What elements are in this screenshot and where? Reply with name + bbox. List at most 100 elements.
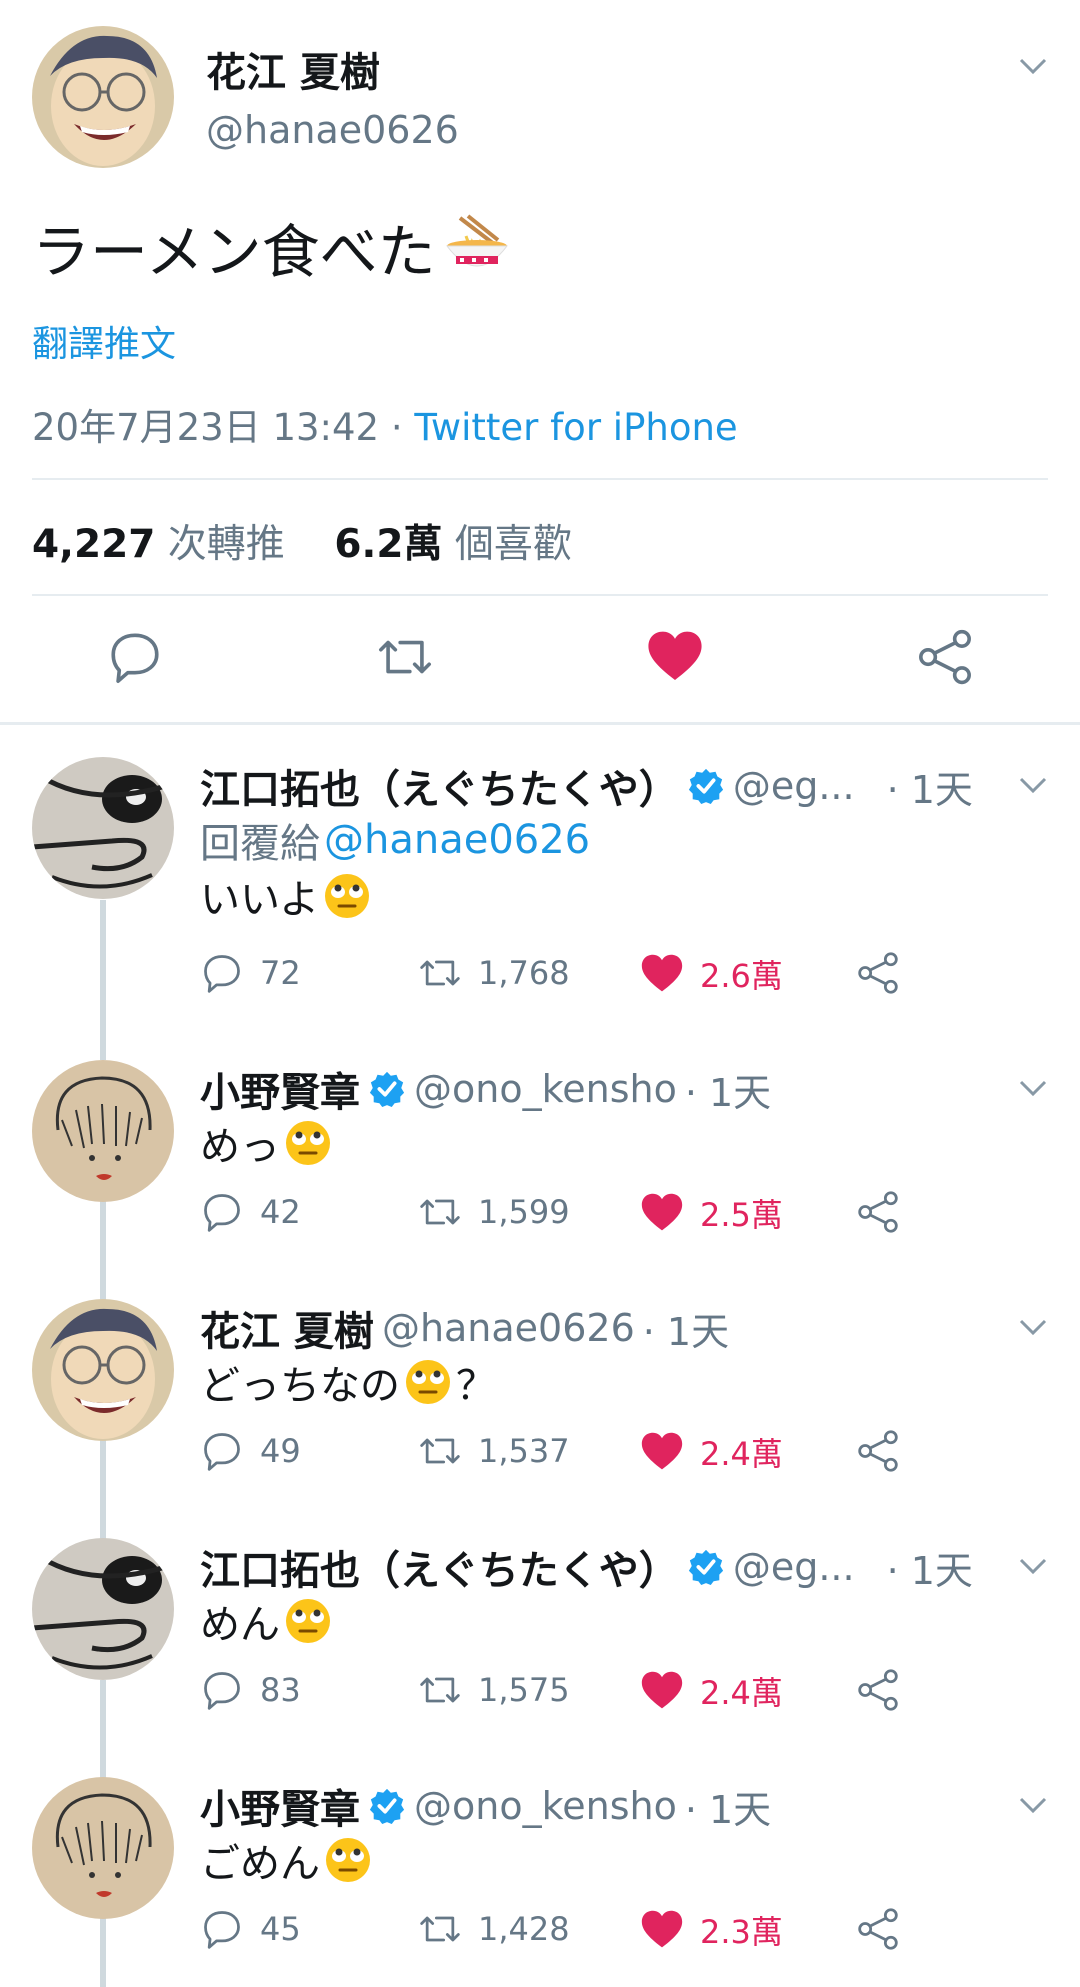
share-icon <box>858 1669 898 1711</box>
author-avatar[interactable] <box>32 26 174 168</box>
reply-author-handle[interactable]: @eg... <box>733 1545 855 1589</box>
retweet-icon[interactable] <box>376 628 434 686</box>
reply-to-mention[interactable]: @hanae0626 <box>324 817 590 863</box>
reply-share-button[interactable] <box>856 1429 900 1473</box>
tweet-meta: 20年7月23日 13:42 · Twitter for iPhone <box>32 397 738 451</box>
reply-actions: 42 1,599 2.5萬 <box>200 1190 920 1240</box>
rolling-eyes-emoji-icon <box>286 1121 330 1165</box>
reply-share-button[interactable] <box>856 951 900 995</box>
reply-retweet-button[interactable]: 1,768 <box>418 951 570 995</box>
reply-like-button[interactable]: 2.5萬 <box>640 1190 783 1236</box>
reply-retweet-button[interactable]: 1,537 <box>418 1429 570 1473</box>
reply-like-button[interactable]: 2.4萬 <box>640 1429 783 1475</box>
chevron-down-icon[interactable] <box>1018 775 1048 795</box>
reply-author-handle[interactable]: @ono_kensho <box>414 1784 677 1828</box>
like-icon <box>641 1671 683 1709</box>
reply-time[interactable]: · 1天 <box>887 1540 973 1595</box>
reply-text-content: どっちなの <box>200 1363 400 1409</box>
tweet-source-link[interactable]: Twitter for iPhone <box>414 406 737 449</box>
chevron-down-icon[interactable] <box>1018 56 1048 76</box>
reply-comment-button[interactable]: 72 <box>200 951 301 995</box>
reply-share-button[interactable] <box>856 1190 900 1234</box>
retweet-icon <box>420 1677 460 1703</box>
share-icon[interactable] <box>916 628 974 686</box>
like-icon <box>641 954 683 992</box>
reply-like-button[interactable]: 2.4萬 <box>640 1668 783 1714</box>
retweet-icon <box>420 960 460 986</box>
reply-comment-button[interactable]: 42 <box>200 1190 301 1234</box>
chevron-down-icon[interactable] <box>1018 1317 1048 1337</box>
retweet-count: 1,599 <box>478 1193 570 1231</box>
verified-badge-icon <box>688 768 723 805</box>
reply-retweet-button[interactable]: 1,428 <box>418 1907 570 1951</box>
reply-to-label: 回覆給 <box>200 821 320 867</box>
reply-header: 江口拓也（えぐちたくや） @eg... · 1天 <box>200 1538 973 1596</box>
reply-share-button[interactable] <box>856 1907 900 1951</box>
like-icon[interactable] <box>646 628 704 686</box>
reply-tweet[interactable]: 江口拓也（えぐちたくや） @eg... · 1天 回覆給 @hanae0626 … <box>0 737 1080 995</box>
chevron-down-icon[interactable] <box>1018 1078 1048 1098</box>
reply-avatar[interactable] <box>32 1538 174 1680</box>
reply-text: めっ <box>200 1114 332 1172</box>
reply-tweet[interactable]: 小野賢章 @ono_kensho · 1天 めっ 42 1,599 2.5萬 <box>0 1040 1080 1278</box>
chevron-down-icon[interactable] <box>1018 1556 1048 1576</box>
reply-tweet[interactable]: 小野賢章 @ono_kensho · 1天 ごめん 45 1,428 2.3萬 <box>0 1757 1080 1987</box>
comment-count: 42 <box>260 1193 301 1231</box>
reply-like-button[interactable]: 2.3萬 <box>640 1907 783 1953</box>
reply-time[interactable]: · 1天 <box>685 1779 771 1834</box>
like-count: 2.3萬 <box>700 1913 783 1951</box>
reply-author-name[interactable]: 江口拓也（えぐちたくや） <box>200 1538 679 1596</box>
reply-avatar[interactable] <box>32 1777 174 1919</box>
reply-comment-button[interactable]: 45 <box>200 1907 301 1951</box>
share-icon <box>858 1908 898 1950</box>
share-icon <box>858 1430 898 1472</box>
retweet-count: 1,575 <box>478 1671 570 1709</box>
reply-comment-button[interactable]: 49 <box>200 1429 301 1473</box>
share-icon <box>858 952 898 994</box>
ramen-emoji-icon <box>445 214 508 267</box>
reply-time[interactable]: · 1天 <box>685 1062 771 1117</box>
reply-tweet[interactable]: 江口拓也（えぐちたくや） @eg... · 1天 めん 83 1,575 2.4… <box>0 1518 1080 1756</box>
reply-author-name[interactable]: 花江 夏樹 <box>200 1299 374 1357</box>
reply-text-content: ごめん <box>200 1841 320 1887</box>
reply-retweet-button[interactable]: 1,599 <box>418 1190 570 1234</box>
reply-time[interactable]: · 1天 <box>887 759 973 814</box>
reply-like-button[interactable]: 2.6萬 <box>640 951 783 997</box>
comment-count: 45 <box>260 1910 301 1948</box>
comment-count: 49 <box>260 1432 301 1470</box>
reply-text-content: めん <box>200 1602 280 1648</box>
author-handle[interactable]: @hanae0626 <box>206 108 459 152</box>
retweets-label[interactable]: 次轉推 <box>168 522 285 567</box>
reply-time[interactable]: · 1天 <box>643 1301 729 1356</box>
reply-tweet[interactable]: 花江 夏樹 @hanae0626 · 1天 どっちなの ？ 49 1,537 2… <box>0 1279 1080 1517</box>
reply-header: 小野賢章 @ono_kensho · 1天 <box>200 1777 771 1835</box>
reply-icon <box>204 1433 240 1471</box>
reply-text: いいよ <box>200 867 371 925</box>
retweet-count: 1,537 <box>478 1432 570 1470</box>
reply-author-name[interactable]: 小野賢章 <box>200 1060 360 1118</box>
reply-comment-button[interactable]: 83 <box>200 1668 301 1712</box>
likes-label[interactable]: 個喜歡 <box>455 522 572 567</box>
author-name[interactable]: 花江 夏樹 <box>206 40 380 98</box>
reply-text: ごめん <box>200 1831 372 1889</box>
reply-author-handle[interactable]: @ono_kensho <box>414 1067 677 1111</box>
reply-avatar[interactable] <box>32 1299 174 1441</box>
translate-tweet-link[interactable]: 翻譯推文 <box>32 315 176 367</box>
chevron-down-icon[interactable] <box>1018 1795 1048 1815</box>
reply-avatar[interactable] <box>32 757 174 899</box>
reply-avatar[interactable] <box>32 1060 174 1202</box>
share-icon <box>858 1191 898 1233</box>
reply-author-handle[interactable]: @hanae0626 <box>382 1306 635 1350</box>
retweets-count[interactable]: 4,227 <box>32 522 155 567</box>
reply-author-name[interactable]: 江口拓也（えぐちたくや） <box>200 757 679 815</box>
reply-share-button[interactable] <box>856 1668 900 1712</box>
section-divider <box>0 722 1080 725</box>
reply-retweet-button[interactable]: 1,575 <box>418 1668 570 1712</box>
reply-icon[interactable] <box>106 628 164 686</box>
comment-count: 72 <box>260 954 301 992</box>
tweet-text: ラーメン食べた <box>32 205 512 289</box>
reply-author-handle[interactable]: @eg... <box>733 764 855 808</box>
reply-author-name[interactable]: 小野賢章 <box>200 1777 360 1835</box>
likes-count[interactable]: 6.2萬 <box>334 522 442 567</box>
reply-text-content: めっ <box>200 1124 280 1170</box>
